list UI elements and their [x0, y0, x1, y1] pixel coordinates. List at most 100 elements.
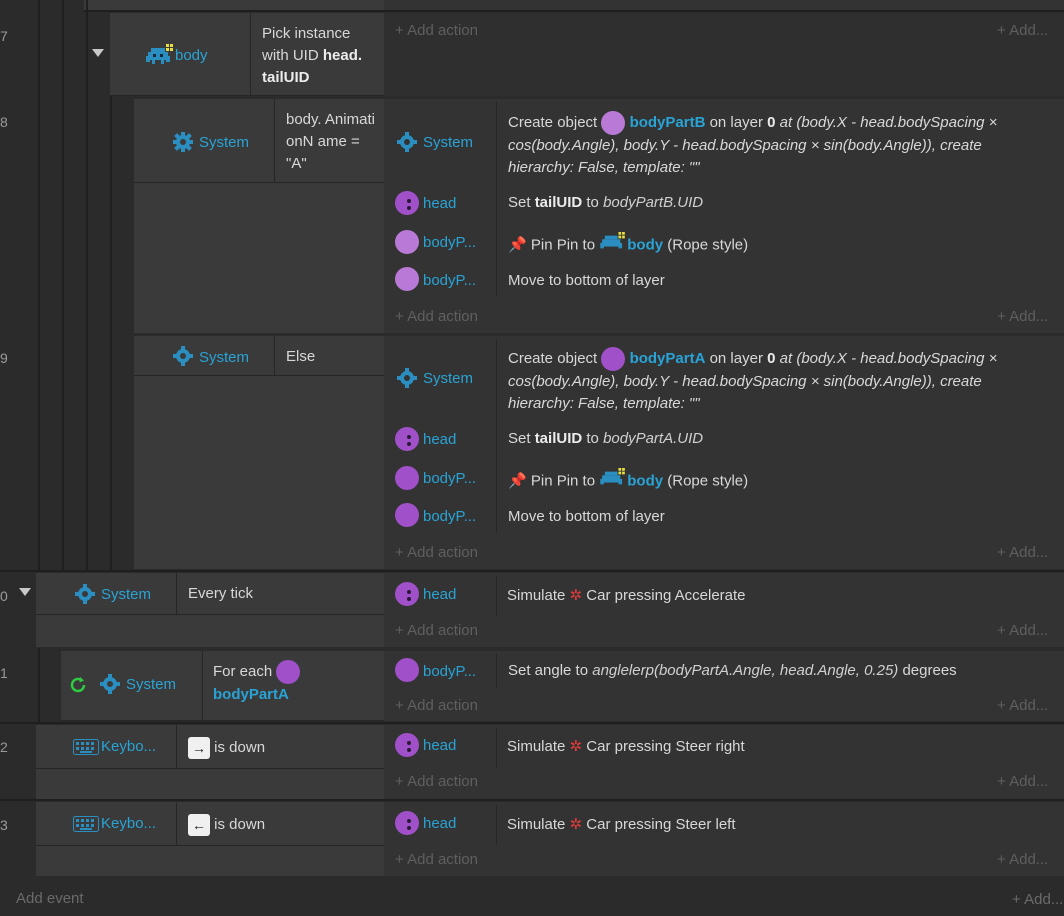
add-link[interactable]: + Add... — [997, 851, 1048, 868]
action-object-name: bodyP... — [423, 663, 477, 680]
action-object-name: head — [423, 815, 457, 832]
add-event-link[interactable]: Add event — [16, 890, 84, 907]
action-object-name: head — [423, 737, 457, 754]
add-link[interactable]: + Add... — [997, 697, 1048, 714]
add-link[interactable]: + Add... — [997, 544, 1048, 561]
sprite-ball-icon — [395, 191, 419, 215]
event-number: 3 — [0, 817, 8, 833]
sprite-ball-icon — [601, 347, 626, 371]
add-link[interactable]: + Add... — [997, 773, 1048, 790]
action-text-pin[interactable]: 📌 Pin Pin to body (Rope style) — [508, 232, 748, 259]
keyboard-icon — [73, 739, 99, 755]
gear-icon — [173, 132, 193, 152]
sprite-ball-icon — [395, 582, 419, 606]
nest-guide — [110, 96, 112, 570]
event-number: 9 — [0, 350, 8, 366]
sprite-ball-icon — [395, 658, 419, 682]
loop-icon — [70, 677, 86, 693]
keyboard-icon — [73, 816, 99, 832]
add-link[interactable]: + Add... — [997, 622, 1048, 639]
action-object-name: bodyP... — [423, 470, 477, 487]
gear-icon — [173, 346, 193, 366]
pin-icon: 📌 — [508, 472, 527, 490]
sprite-ball-icon — [395, 267, 419, 291]
condition-object-name: System — [101, 586, 152, 603]
condition-text: ← is down — [188, 814, 265, 837]
action-object-name: System — [423, 134, 474, 151]
sprite-ball-icon — [395, 427, 419, 451]
event-7-actions — [384, 13, 1064, 96]
add-link[interactable]: + Add... — [997, 308, 1048, 325]
condition-object-name: System — [199, 134, 250, 151]
add-link[interactable]: + Add... — [1012, 891, 1063, 908]
condition-object-name: System — [199, 349, 250, 366]
action-text-set-angle[interactable]: Set angle to anglelerp(bodyPartA.Angle, … — [508, 660, 957, 682]
pin-icon: 📌 — [508, 236, 527, 254]
action-text-create-object[interactable]: Create object bodyPartB on layer 0 at (b… — [508, 111, 1048, 179]
nest-guide — [38, 0, 40, 570]
nest-guide — [38, 648, 40, 722]
chevron-down-icon[interactable] — [19, 588, 31, 596]
condition-text: → is down — [188, 737, 265, 760]
condition-object-name: Keybo... — [101, 738, 157, 755]
add-action-link[interactable]: + Add action — [395, 544, 478, 561]
action-text-simulate[interactable]: Simulate ✲ Car pressing Steer left — [507, 814, 736, 836]
car-behavior-icon: ✲ — [569, 738, 583, 755]
car-behavior-icon: ✲ — [569, 587, 583, 604]
event-number: 1 — [0, 665, 8, 681]
add-action-link[interactable]: + Add action — [395, 697, 478, 714]
action-text-move-bottom[interactable]: Move to bottom of layer — [508, 506, 665, 528]
sprite-ball-icon — [395, 811, 419, 835]
add-action-link[interactable]: + Add action — [395, 622, 478, 639]
nest-guide — [86, 0, 88, 570]
event-9-condition[interactable] — [134, 336, 384, 376]
gear-icon — [75, 584, 95, 604]
nest-guide — [62, 0, 64, 570]
left-arrow-key-icon: ← — [188, 814, 210, 837]
action-object-name: head — [423, 586, 457, 603]
condition-text: body. AnimationN ame = "A" — [286, 111, 375, 172]
add-action-link[interactable]: + Add action — [395, 22, 478, 39]
action-object-name: head — [423, 195, 457, 212]
invader-sprite-icon — [599, 232, 627, 259]
action-object-name: bodyP... — [423, 272, 477, 289]
sprite-ball-icon — [395, 230, 419, 254]
condition-object-name: System — [126, 676, 177, 693]
action-object-name: bodyP... — [423, 508, 477, 525]
sprite-ball-icon — [395, 733, 419, 757]
condition-text: Every tick — [188, 585, 254, 602]
action-text-simulate[interactable]: Simulate ✲ Car pressing Accelerate — [507, 585, 746, 607]
action-text-set-var[interactable]: Set tailUID to bodyPartB.UID — [508, 192, 703, 214]
sprite-ball-icon — [601, 111, 626, 135]
add-action-link[interactable]: + Add action — [395, 773, 478, 790]
sprite-ball-icon — [395, 466, 419, 490]
condition-object-name: Keybo... — [101, 815, 157, 832]
event-number: 2 — [0, 739, 8, 755]
chevron-down-icon[interactable] — [92, 49, 104, 57]
sprite-ball-icon — [395, 503, 419, 527]
action-text-simulate[interactable]: Simulate ✲ Car pressing Steer right — [507, 736, 745, 758]
previous-condition-remnant — [84, 0, 384, 10]
condition-text: Pick instance with UID head. tailUID — [262, 25, 363, 86]
event-number: 0 — [0, 588, 8, 604]
condition-object-name: body — [175, 47, 208, 64]
add-action-link[interactable]: + Add action — [395, 308, 478, 325]
condition-text: For each bodyPartA — [213, 660, 373, 706]
invader-sprite-icon — [146, 44, 174, 70]
add-action-link[interactable]: + Add action — [395, 851, 478, 868]
sprite-ball-icon — [276, 660, 301, 684]
action-object-name: head — [423, 431, 457, 448]
action-text-move-bottom[interactable]: Move to bottom of layer — [508, 270, 665, 292]
event-number: 8 — [0, 114, 8, 130]
event-number: 7 — [0, 28, 8, 44]
add-link[interactable]: + Add... — [997, 22, 1048, 39]
right-arrow-key-icon: → — [188, 737, 210, 760]
condition-text: Else — [286, 348, 316, 365]
action-text-pin[interactable]: 📌 Pin Pin to body (Rope style) — [508, 468, 748, 495]
action-object-name: System — [423, 370, 474, 387]
gear-icon — [397, 368, 417, 388]
invader-sprite-icon — [599, 468, 627, 495]
action-text-create-object[interactable]: Create object bodyPartA on layer 0 at (b… — [508, 347, 1048, 415]
gear-icon — [100, 674, 120, 694]
action-text-set-var[interactable]: Set tailUID to bodyPartA.UID — [508, 428, 703, 450]
